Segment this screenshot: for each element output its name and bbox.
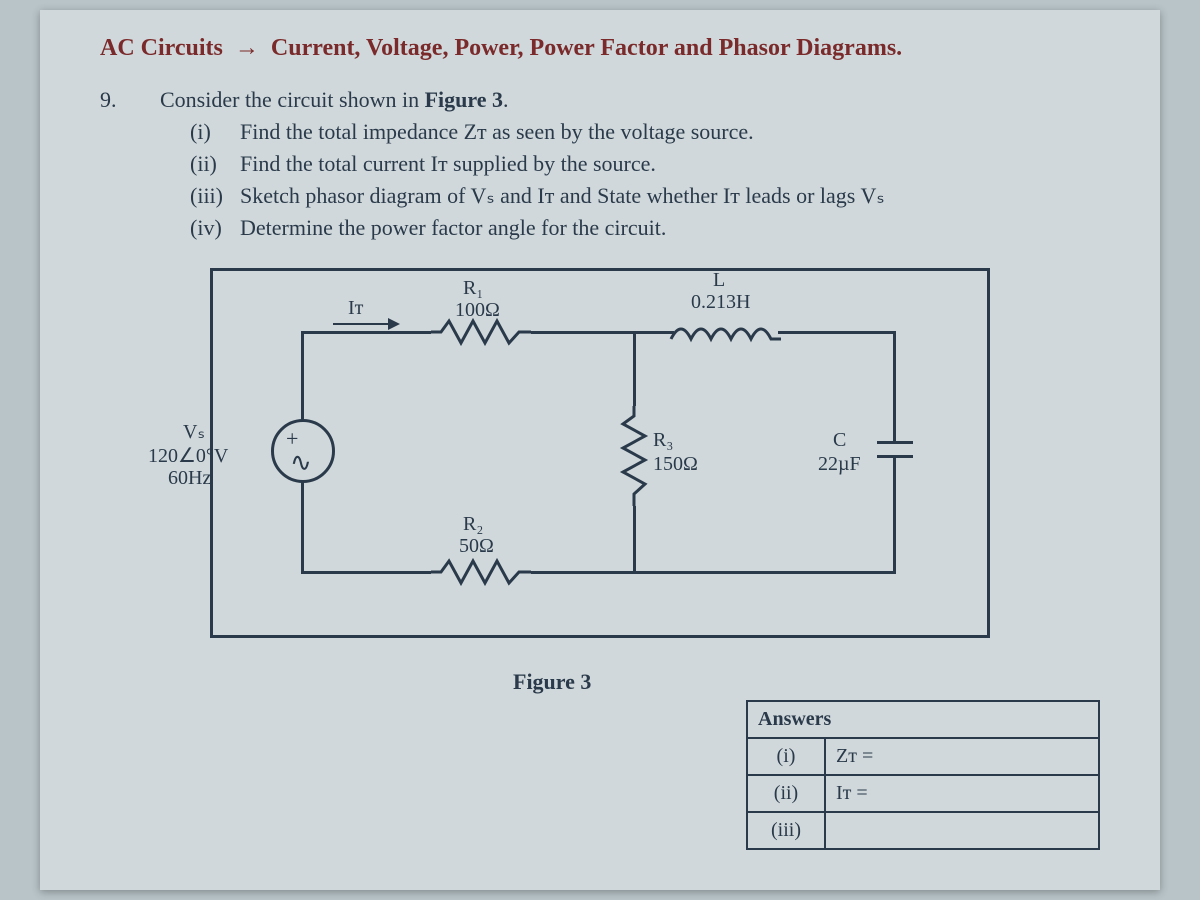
part-text: Sketch phasor diagram of Vₛ and Iᴛ and S… <box>240 180 885 212</box>
part-num: (i) <box>190 116 240 148</box>
question-number: 9. <box>100 84 160 243</box>
source-value: 120∠0°V <box>148 443 228 468</box>
r1-name: R₁ <box>463 277 483 300</box>
c-name: C <box>833 429 846 452</box>
resistor-icon <box>621 406 647 506</box>
wire <box>531 331 671 334</box>
wire <box>301 331 431 334</box>
c-value: 22µF <box>818 453 861 476</box>
answer-row: (iii) <box>748 813 1098 848</box>
answers-box: Answers (i) Zᴛ = (ii) Iᴛ = (iii) <box>746 700 1100 850</box>
question-body: Consider the circuit shown in Figure 3. … <box>160 84 1100 243</box>
wire <box>301 481 304 573</box>
wire <box>301 571 431 574</box>
wire <box>893 331 896 441</box>
question-stem: Consider the circuit shown in Figure 3. <box>160 84 1100 116</box>
r2-name: R₂ <box>463 513 483 536</box>
stem-c: . <box>503 87 509 112</box>
wire <box>633 331 636 406</box>
page: AC Circuits → Current, Voltage, Power, P… <box>40 10 1160 890</box>
capacitor-icon <box>877 441 913 444</box>
circuit-diagram: + ∿ Vₛ 120∠0°V 60Hz Iᴛ R₁ 100Ω L 0.213H <box>210 268 990 638</box>
figure-caption: Figure 3 <box>513 669 591 695</box>
answer-val <box>826 813 1098 848</box>
part-num: (iii) <box>190 180 240 212</box>
inductor-icon <box>671 319 781 345</box>
l-name: L <box>713 269 725 292</box>
part-text: Find the total impedance Zᴛ as seen by t… <box>240 116 754 148</box>
wire <box>893 458 896 573</box>
part-iv: (iv) Determine the power factor angle fo… <box>190 212 1100 244</box>
wire <box>633 506 636 573</box>
r2-value: 50Ω <box>459 535 494 558</box>
part-text: Find the total current Iᴛ supplied by th… <box>240 148 656 180</box>
part-i: (i) Find the total impedance Zᴛ as seen … <box>190 116 1100 148</box>
wire <box>668 331 674 334</box>
source-freq: 60Hz <box>168 467 211 490</box>
topic: AC Circuits <box>100 35 223 61</box>
question-block: 9. Consider the circuit shown in Figure … <box>100 84 1100 243</box>
arrow-icon: → <box>235 35 259 62</box>
answer-row: (i) Zᴛ = <box>748 739 1098 776</box>
subtitle: Current, Voltage, Power, Power Factor an… <box>271 35 902 61</box>
part-text: Determine the power factor angle for the… <box>240 212 666 244</box>
wire <box>778 331 896 334</box>
wire <box>531 571 896 574</box>
l-value: 0.213H <box>691 291 750 314</box>
sub-items: (i) Find the total impedance Zᴛ as seen … <box>190 116 1100 244</box>
r3-value: 150Ω <box>653 453 698 476</box>
r3-name: R₃ <box>653 429 673 452</box>
answer-num: (ii) <box>748 776 826 811</box>
part-num: (iv) <box>190 212 240 244</box>
answer-val: Iᴛ = <box>826 776 1098 811</box>
part-iii: (iii) Sketch phasor diagram of Vₛ and Iᴛ… <box>190 180 1100 212</box>
resistor-icon <box>431 319 531 345</box>
it-label: Iᴛ <box>348 297 363 320</box>
stem-figure-ref: Figure 3 <box>425 87 503 112</box>
arrowhead-icon <box>388 318 400 330</box>
answer-row: (ii) Iᴛ = <box>748 776 1098 813</box>
part-num: (ii) <box>190 148 240 180</box>
answer-num: (i) <box>748 739 826 774</box>
sine-icon: ∿ <box>290 450 312 476</box>
page-header: AC Circuits → Current, Voltage, Power, P… <box>100 35 1100 62</box>
source-name: Vₛ <box>183 419 205 444</box>
wire <box>301 331 304 421</box>
voltage-source-icon: + ∿ <box>271 419 335 483</box>
part-ii: (ii) Find the total current Iᴛ supplied … <box>190 148 1100 180</box>
answer-val: Zᴛ = <box>826 739 1098 774</box>
stem-a: Consider the circuit shown in <box>160 87 425 112</box>
resistor-icon <box>431 559 531 585</box>
answers-title: Answers <box>748 702 1098 739</box>
current-arrow <box>333 323 388 325</box>
r1-value: 100Ω <box>455 299 500 322</box>
answer-num: (iii) <box>748 813 826 848</box>
